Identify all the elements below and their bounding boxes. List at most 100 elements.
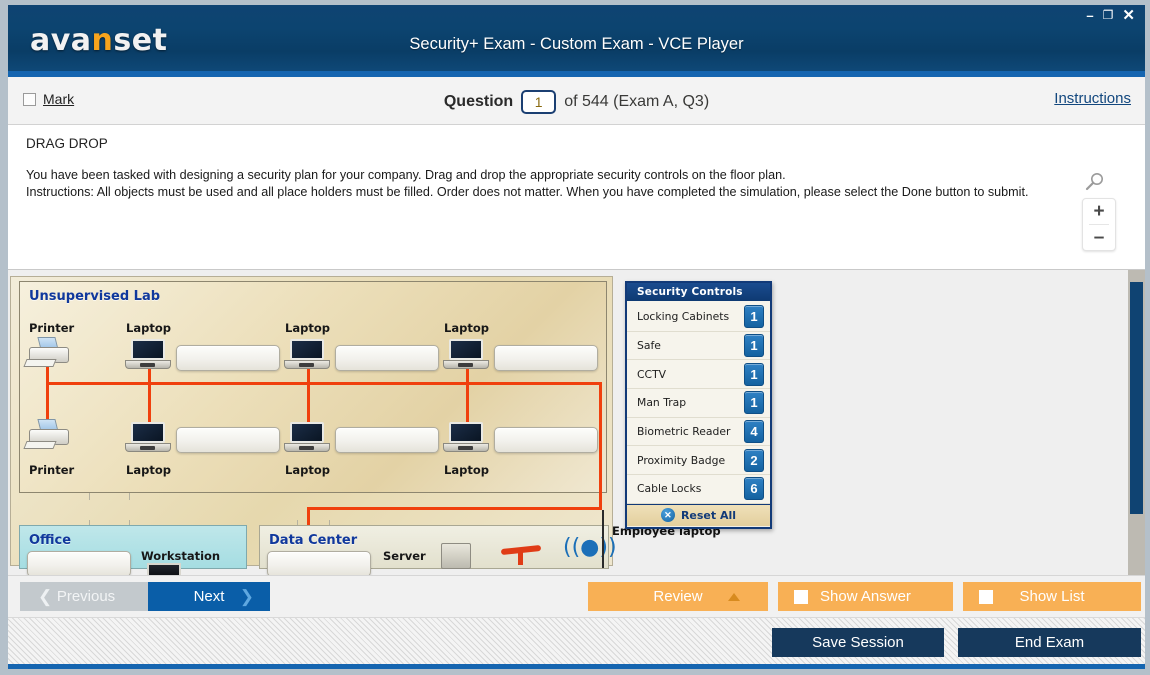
window-controls: – ❐ ✕	[1086, 8, 1135, 23]
zoom-tools: + –	[1082, 171, 1120, 251]
simulation-canvas[interactable]: Unsupervised Lab Printer Laptop Laptop L	[8, 270, 1128, 575]
simulation-scrollbar-thumb[interactable]	[1130, 282, 1143, 514]
laptop-icon	[284, 422, 330, 454]
minimize-icon[interactable]: –	[1086, 9, 1093, 22]
show-list-button[interactable]: Show List	[963, 582, 1141, 611]
security-control-count[interactable]: 1	[744, 305, 764, 329]
next-button[interactable]: Next ❯	[148, 582, 270, 611]
device-label-server: Server	[383, 549, 426, 563]
security-control-name: Cable Locks	[637, 482, 702, 496]
network-wire	[46, 382, 49, 424]
reset-all-button[interactable]: ✕ Reset All	[627, 503, 770, 526]
footer-accent-rule	[8, 664, 1145, 669]
server-icon	[441, 543, 471, 569]
drop-slot[interactable]	[335, 427, 439, 453]
network-wire	[307, 507, 602, 510]
question-type-label: DRAG DROP	[26, 136, 108, 151]
show-list-checkbox[interactable]	[979, 589, 993, 604]
simulation-scrollbar[interactable]	[1128, 270, 1145, 575]
workstation-icon	[147, 563, 181, 575]
device-label-laptop-4: Laptop	[126, 463, 171, 477]
security-control-name: Safe	[637, 339, 661, 353]
show-answer-checkbox[interactable]	[794, 589, 808, 604]
device-label-workstation: Workstation	[141, 549, 221, 563]
question-text-line-2: Instructions: All objects must be used a…	[26, 184, 1029, 199]
security-control-name: Man Trap	[637, 396, 687, 410]
title-bar: avanset Security+ Exam - Custom Exam - V…	[8, 5, 1145, 71]
security-control-item[interactable]: Safe 1	[627, 332, 770, 361]
question-label: Question	[443, 93, 514, 110]
zoom-in-button[interactable]: +	[1083, 199, 1115, 224]
laptop-icon	[125, 422, 171, 454]
question-number-input[interactable]: 1	[521, 90, 557, 114]
printer-icon	[23, 337, 73, 371]
drop-slot[interactable]	[27, 551, 131, 575]
network-wire	[148, 382, 151, 424]
close-icon[interactable]: ✕	[1122, 8, 1135, 23]
security-control-item[interactable]: Man Trap 1	[627, 389, 770, 418]
security-control-count[interactable]: 1	[744, 391, 764, 415]
maximize-icon[interactable]: ❐	[1103, 9, 1114, 22]
question-counter: Question 1 of 544 (Exam A, Q3)	[8, 90, 1145, 114]
security-control-item[interactable]: CCTV 1	[627, 360, 770, 390]
security-control-count[interactable]: 1	[744, 362, 764, 386]
zoom-out-button[interactable]: –	[1083, 225, 1115, 250]
security-control-item[interactable]: Proximity Badge 2	[627, 446, 770, 476]
triangle-up-icon	[728, 592, 740, 601]
window-title: Security+ Exam - Custom Exam - VCE Playe…	[409, 35, 744, 53]
zone-label-office: Office	[29, 533, 72, 548]
drop-slot[interactable]	[176, 427, 280, 453]
next-label: Next	[193, 588, 225, 605]
floor-plan-image[interactable]: Unsupervised Lab Printer Laptop Laptop L	[10, 276, 617, 575]
security-control-count[interactable]: 1	[744, 334, 764, 358]
question-text: You have been tasked with designing a se…	[26, 167, 1066, 200]
show-answer-button[interactable]: Show Answer	[778, 582, 953, 611]
security-control-name: Biometric Reader	[637, 425, 731, 439]
instructions-link[interactable]: Instructions	[1054, 90, 1131, 107]
footer-bar: Save Session End Exam	[8, 617, 1145, 665]
drop-slot[interactable]	[494, 345, 598, 371]
save-session-button[interactable]: Save Session	[772, 628, 944, 657]
laptop-icon	[125, 339, 171, 371]
magnifier-icon[interactable]	[1084, 171, 1106, 193]
printer-icon	[23, 419, 73, 453]
employee-area-divider	[602, 510, 604, 568]
device-label-laptop-5: Laptop	[285, 463, 330, 477]
security-controls-panel: Security Controls Locking Cabinets 1 Saf…	[625, 281, 772, 529]
network-wire	[46, 382, 602, 385]
security-control-count[interactable]: 4	[744, 420, 764, 444]
vce-player-window: avanset Security+ Exam - Custom Exam - V…	[0, 0, 1150, 675]
laptop-icon	[443, 339, 489, 371]
security-control-item[interactable]: Cable Locks 6	[627, 475, 770, 504]
drop-slot[interactable]	[494, 427, 598, 453]
question-prompt-panel: DRAG DROP You have been tasked with desi…	[8, 125, 1145, 270]
drop-slot[interactable]	[267, 551, 371, 575]
device-label-printer-2: Printer	[29, 463, 75, 477]
security-control-count[interactable]: 2	[744, 448, 764, 472]
show-answer-label: Show Answer	[820, 588, 911, 605]
review-label: Review	[653, 588, 703, 605]
laptop-icon	[284, 339, 330, 371]
zone-unsupervised-lab	[19, 281, 607, 493]
close-circle-icon: ✕	[660, 508, 675, 523]
security-control-count[interactable]: 6	[744, 477, 764, 501]
end-exam-button[interactable]: End Exam	[958, 628, 1141, 657]
device-label-laptop-6: Laptop	[444, 463, 489, 477]
previous-label: Previous	[56, 588, 116, 605]
drop-slot[interactable]	[176, 345, 280, 371]
question-text-line-1: You have been tasked with designing a se…	[26, 168, 786, 182]
question-total-label: of 544 (Exam A, Q3)	[564, 93, 710, 110]
previous-button[interactable]: ❮ Previous	[20, 582, 152, 611]
security-control-item[interactable]: Locking Cabinets 1	[627, 303, 770, 332]
simulation-area[interactable]: Unsupervised Lab Printer Laptop Laptop L	[8, 270, 1145, 575]
drop-slot[interactable]	[335, 345, 439, 371]
review-button[interactable]: Review	[588, 582, 768, 611]
wireless-signal-icon: ((●))	[563, 535, 617, 560]
chevron-left-icon: ❮	[38, 586, 53, 606]
device-label-laptop-2: Laptop	[285, 321, 330, 335]
network-wire	[599, 382, 602, 510]
security-control-name: Proximity Badge	[637, 453, 726, 467]
security-control-item[interactable]: Biometric Reader 4	[627, 418, 770, 447]
zone-label-unsupervised-lab: Unsupervised Lab	[29, 289, 161, 304]
antenna-icon	[500, 539, 542, 565]
